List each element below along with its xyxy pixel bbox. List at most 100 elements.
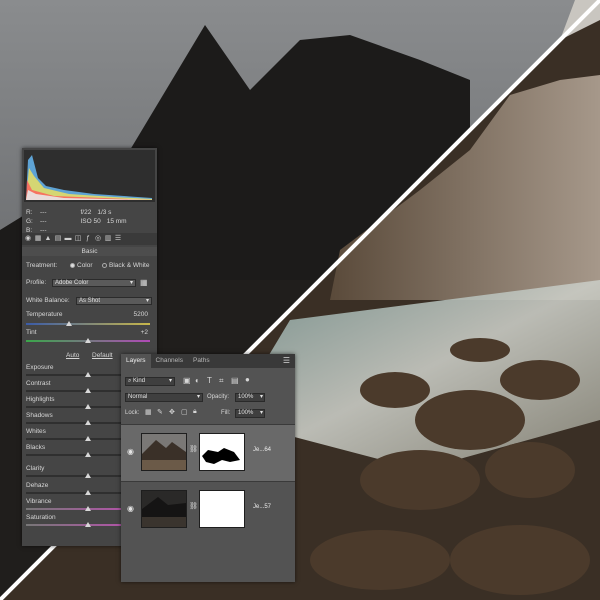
acr-toolbar: ◉ ▦ ▲ ▤ ▬ ◫ ƒ ◎ ▥ ☰ [22, 233, 157, 245]
layer-row[interactable]: ◉ ⛓︎ Je...64 [121, 424, 295, 481]
chevron-down-icon: ▾ [259, 394, 263, 400]
shape-filter-icon[interactable]: ⌗ [219, 376, 224, 386]
temperature-slider[interactable] [26, 321, 150, 326]
lock-row: Lock: ▦ ✎ ✥ ▢ 🔒︎ Fill: 100% ▾ [125, 408, 291, 420]
treatment-label: Treatment: [26, 262, 58, 269]
lock-artboard-icon[interactable]: ▢ [181, 408, 188, 416]
white-balance-select[interactable]: As Shot ▾ [76, 297, 152, 305]
tone-curve-icon[interactable]: ▦ [34, 235, 42, 243]
smart-object-filter-icon[interactable]: ▤ [231, 376, 239, 385]
temperature-label: Temperature [26, 311, 63, 318]
tab-channels[interactable]: Channels [151, 354, 188, 368]
chevron-down-icon: ▾ [145, 298, 149, 304]
opacity-field[interactable]: 100% ▾ [235, 393, 265, 402]
chevron-down-icon: ▾ [129, 280, 133, 286]
blacks-label: Blacks [26, 444, 46, 451]
treatment-bw-option[interactable]: Black & White [102, 261, 149, 271]
detail-icon[interactable]: ▲ [44, 235, 52, 243]
auto-link[interactable]: Auto [66, 351, 79, 361]
pixel-filter-icon[interactable]: ▣ [183, 376, 191, 385]
highlights-label: Highlights [26, 396, 55, 403]
hsl-icon[interactable]: ▤ [54, 235, 62, 243]
slider-knob [85, 388, 91, 393]
filter-row: ⌕ Kind ▾ ▣ ◐ T ⌗ ▤ ● [125, 375, 291, 388]
chevron-down-icon: ▾ [259, 410, 263, 416]
tint-value[interactable]: +2 [141, 328, 148, 338]
lock-label: Lock: [125, 410, 140, 416]
eye-icon[interactable]: ◉ [127, 447, 134, 456]
profile-label: Profile: [26, 279, 47, 286]
r-label: R: [26, 209, 33, 216]
whites-label: Whites [26, 428, 46, 435]
shadows-label: Shadows [26, 412, 53, 419]
blend-mode-select[interactable]: Normal ▾ [125, 393, 203, 402]
lens-icon[interactable]: ◫ [74, 235, 82, 243]
layer-mask-thumbnail[interactable] [199, 490, 245, 528]
radio-icon [70, 262, 75, 268]
default-link[interactable]: Default [92, 351, 113, 361]
saturation-label: Saturation [26, 514, 56, 521]
presets-icon[interactable]: ▥ [104, 235, 112, 243]
r-value: --- [40, 209, 47, 216]
aperture: f/22 [80, 209, 92, 216]
layer-thumbnail [141, 433, 187, 471]
dehaze-label: Dehaze [26, 482, 49, 489]
slider-knob [85, 404, 91, 409]
link-icon[interactable]: ⛓︎ [189, 502, 198, 510]
tint-row: Tint +2 [26, 328, 154, 338]
profile-select[interactable]: Adobe Color ▾ [52, 279, 136, 287]
slider-knob [85, 473, 91, 478]
layers-tabs: Layers Channels Paths ☰ [121, 354, 295, 368]
snapshots-icon[interactable]: ☰ [114, 235, 122, 243]
search-icon: ⌕ [128, 378, 132, 384]
slider-knob [85, 506, 91, 511]
temperature-value[interactable]: 5200 [134, 310, 148, 320]
lock-image-icon[interactable]: ✎ [157, 408, 163, 416]
link-icon[interactable]: ⛓︎ [189, 445, 198, 453]
white-balance-label: White Balance: [26, 297, 70, 304]
layer-thumbnail [141, 490, 187, 528]
basic-section-title: Basic [22, 247, 157, 256]
temperature-row: Temperature 5200 [26, 310, 154, 320]
layer-name[interactable]: Je...57 [253, 504, 271, 510]
split-toning-icon[interactable]: ▬ [64, 235, 72, 243]
eye-icon[interactable]: ◉ [127, 504, 134, 513]
slider-knob [85, 452, 91, 457]
chevron-down-icon: ▾ [168, 378, 172, 384]
tab-layers[interactable]: Layers [121, 354, 151, 368]
exposure-label: Exposure [26, 364, 54, 371]
slider-knob [66, 321, 73, 326]
lock-position-icon[interactable]: ✥ [169, 408, 175, 416]
kind-filter-select[interactable]: ⌕ Kind ▾ [125, 377, 175, 386]
slider-knob [85, 522, 91, 527]
tint-label: Tint [26, 329, 37, 336]
clarity-label: Clarity [26, 465, 45, 472]
lock-all-icon[interactable]: 🔒︎ [193, 408, 197, 416]
profile-row: Profile: Adobe Color ▾ ▦ [26, 278, 154, 288]
g-label: G: [26, 218, 33, 225]
treatment-row: Treatment: Color Black & White [26, 261, 154, 271]
vibrance-label: Vibrance [26, 498, 52, 505]
tint-slider[interactable] [26, 338, 150, 343]
panel-menu-icon[interactable]: ☰ [283, 354, 295, 368]
treatment-color-option[interactable]: Color [70, 261, 93, 271]
white-balance-row: White Balance: As Shot ▾ [26, 296, 154, 306]
radio-icon [102, 262, 107, 268]
contrast-label: Contrast [26, 380, 51, 387]
fill-field[interactable]: 100% ▾ [235, 409, 265, 418]
layer-row[interactable]: ◉ ⛓︎ Je...57 [121, 481, 295, 538]
opacity-label: Opacity: [207, 394, 230, 400]
layer-mask-thumbnail[interactable] [199, 433, 245, 471]
layer-name[interactable]: Je...64 [253, 447, 271, 453]
type-filter-icon[interactable]: T [207, 376, 212, 385]
basic-icon[interactable]: ◉ [24, 235, 32, 243]
fx-icon[interactable]: ƒ [84, 235, 92, 243]
profile-browser-icon[interactable]: ▦ [140, 278, 148, 288]
calibration-icon[interactable]: ◎ [94, 235, 102, 243]
tab-paths[interactable]: Paths [188, 354, 215, 368]
slider-knob [85, 420, 91, 425]
lock-transparency-icon[interactable]: ▦ [145, 408, 152, 416]
readout: R: --- f/22 1/3 s G: --- ISO 50 15 mm B: --- [26, 208, 154, 235]
adjustment-filter-icon[interactable]: ◐ [195, 376, 200, 385]
filter-toggle-icon[interactable]: ● [245, 375, 250, 384]
